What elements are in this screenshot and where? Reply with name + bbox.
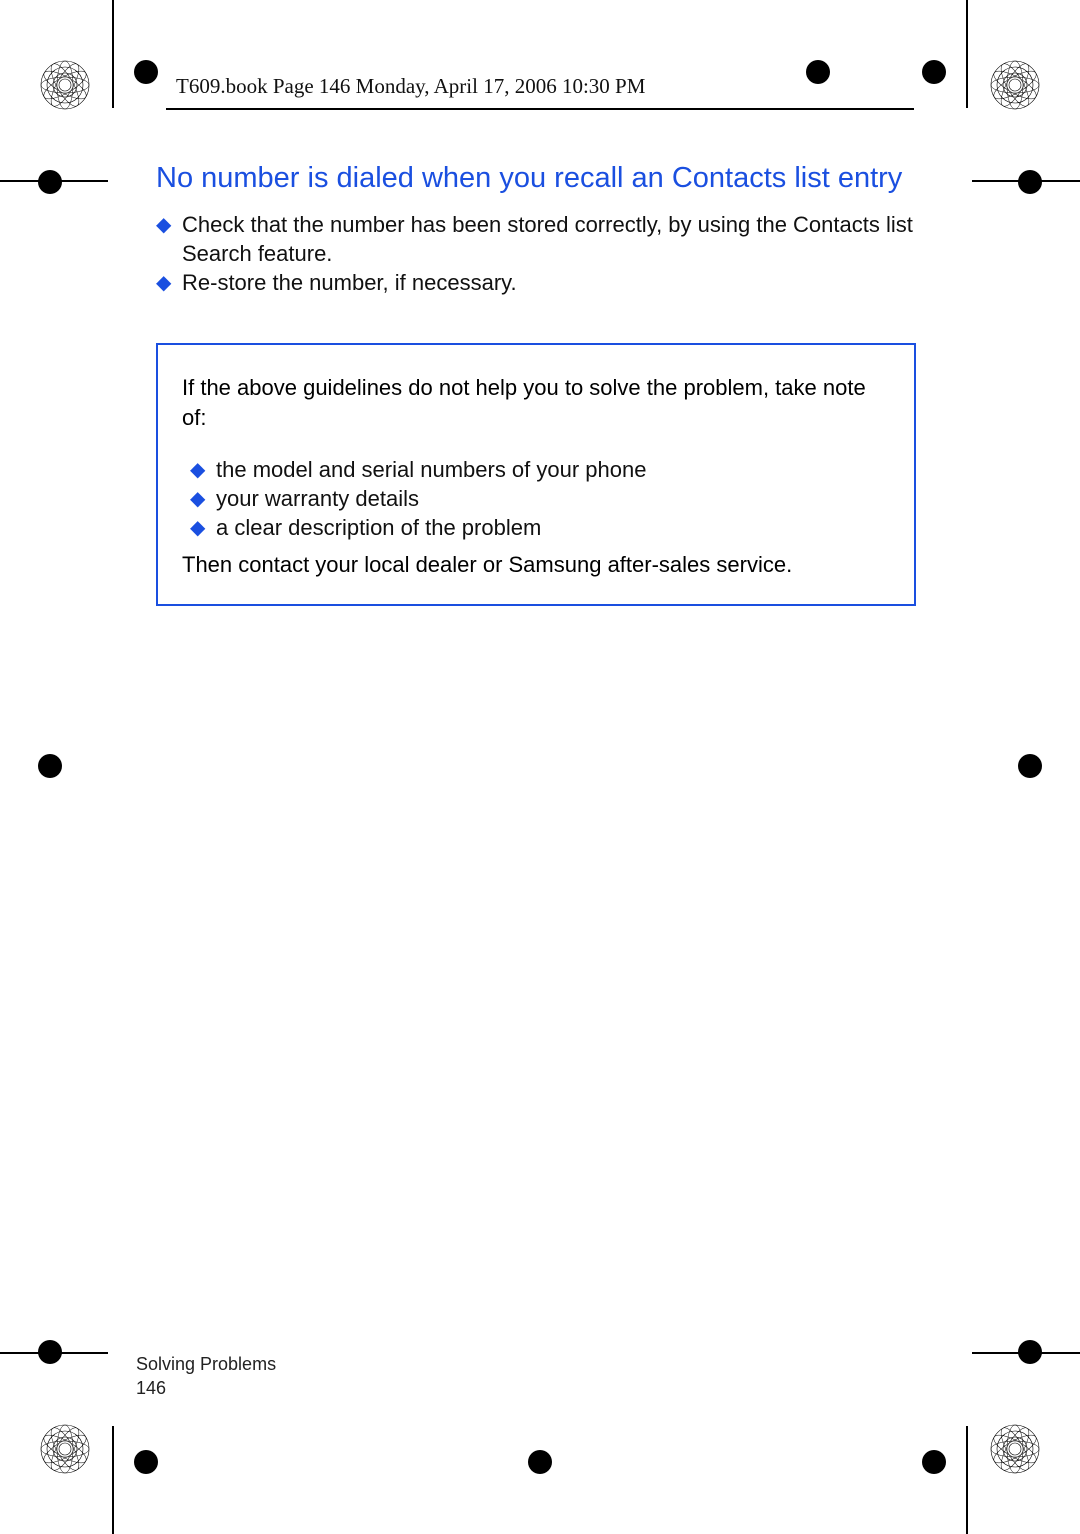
registration-mark-icon	[524, 1446, 556, 1478]
list-item-text: the model and serial numbers of your pho…	[216, 457, 646, 482]
list-item: ◆ a clear description of the problem	[190, 513, 890, 542]
diamond-bullet-icon: ◆	[190, 457, 205, 483]
page-stamp: T609.book Page 146 Monday, April 17, 200…	[176, 74, 645, 99]
footer-chapter: Solving Problems	[136, 1353, 276, 1376]
note-box: If the above guidelines do not help you …	[156, 343, 916, 605]
list-item: ◆ the model and serial numbers of your p…	[190, 455, 890, 484]
header-rule	[166, 108, 914, 110]
registration-mark-icon	[130, 1446, 162, 1478]
registration-mark-icon	[34, 166, 66, 198]
diamond-bullet-icon: ◆	[190, 515, 205, 541]
footer-page-number: 146	[136, 1377, 276, 1400]
registration-mark-icon	[34, 750, 66, 782]
list-item: ◆ your warranty details	[190, 484, 890, 513]
spirograph-icon	[988, 1422, 1042, 1476]
registration-mark-icon	[130, 56, 162, 88]
note-outro: Then contact your local dealer or Samsun…	[182, 550, 890, 580]
page-footer: Solving Problems 146	[136, 1353, 276, 1400]
list-item-text: Check that the number has been stored co…	[182, 212, 913, 266]
note-list: ◆ the model and serial numbers of your p…	[182, 455, 890, 542]
list-item-text: Re-store the number, if necessary.	[182, 270, 517, 295]
crop-line	[966, 0, 968, 108]
diamond-bullet-icon: ◆	[190, 486, 205, 512]
diamond-bullet-icon: ◆	[156, 270, 171, 296]
crop-line	[112, 1426, 114, 1534]
note-intro: If the above guidelines do not help you …	[182, 373, 890, 432]
registration-mark-icon	[1014, 166, 1046, 198]
registration-mark-icon	[34, 1336, 66, 1368]
crop-line	[966, 1426, 968, 1534]
diamond-bullet-icon: ◆	[156, 212, 171, 238]
registration-mark-icon	[1014, 750, 1046, 782]
spirograph-icon	[988, 58, 1042, 112]
list-item: ◆ Check that the number has been stored …	[156, 210, 916, 268]
spirograph-icon	[38, 1422, 92, 1476]
list-item-text: a clear description of the problem	[216, 515, 541, 540]
registration-mark-icon	[1014, 1336, 1046, 1368]
registration-mark-icon	[918, 56, 950, 88]
list-item: ◆ Re-store the number, if necessary.	[156, 268, 916, 297]
troubleshoot-list: ◆ Check that the number has been stored …	[156, 210, 916, 297]
list-item-text: your warranty details	[216, 486, 419, 511]
registration-mark-icon	[802, 56, 834, 88]
spirograph-icon	[38, 58, 92, 112]
crop-line	[112, 0, 114, 108]
registration-mark-icon	[918, 1446, 950, 1478]
section-title: No number is dialed when you recall an C…	[156, 160, 916, 196]
content-block: No number is dialed when you recall an C…	[156, 160, 916, 606]
